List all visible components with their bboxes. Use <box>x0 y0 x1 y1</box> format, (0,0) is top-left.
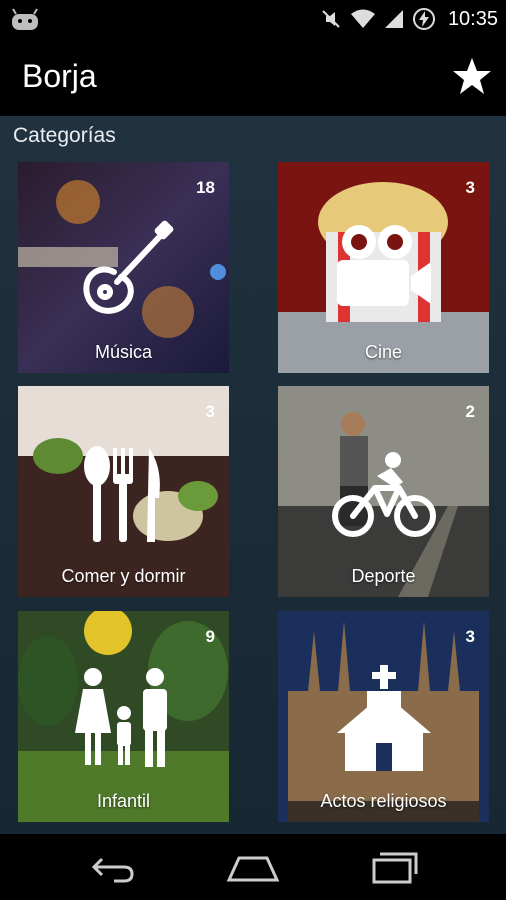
category-tile-cine[interactable]: 3 Cine <box>278 162 489 373</box>
back-icon[interactable] <box>84 848 140 886</box>
android-notification-icon <box>12 8 38 30</box>
status-bar: 10:35 <box>0 0 506 38</box>
category-label: Cine <box>364 342 403 362</box>
bicycle-icon <box>331 452 436 537</box>
recent-apps-icon[interactable] <box>366 848 422 886</box>
wifi-icon <box>350 9 375 28</box>
category-label: Deporte <box>351 566 416 586</box>
status-time: 10:35 <box>447 7 498 30</box>
category-tile-deporte[interactable]: 2 Deporte <box>278 386 489 597</box>
category-tile-musica[interactable]: 18 Música <box>18 162 229 373</box>
battery-charging-icon <box>412 8 435 30</box>
church-icon <box>336 665 431 771</box>
category-tile-infantil[interactable]: 9 Infantil <box>18 611 229 822</box>
category-count: 9 <box>205 627 215 646</box>
page-title: Borja <box>22 58 97 94</box>
cutlery-icon <box>83 446 160 542</box>
category-count: 3 <box>465 627 475 646</box>
category-label: Comer y dormir <box>61 566 186 586</box>
category-tile-actos-religiosos[interactable]: 3 Actos religiosos <box>278 611 489 822</box>
categories-panel: Categorías 18 Música 3 Cine 3 Comer y do… <box>0 116 506 834</box>
home-icon[interactable] <box>225 848 281 886</box>
category-count: 3 <box>465 178 475 197</box>
signal-icon <box>384 10 403 28</box>
category-label: Música <box>94 342 152 362</box>
section-title: Categorías <box>13 124 116 147</box>
navigation-bar <box>0 834 506 900</box>
movie-camera-icon <box>336 225 431 306</box>
star-icon[interactable] <box>452 56 492 96</box>
category-count: 3 <box>205 402 215 421</box>
guitar-icon <box>82 220 173 314</box>
app-bar: Borja <box>0 38 506 116</box>
category-label: Actos religiosos <box>320 791 447 811</box>
category-count: 2 <box>465 402 475 421</box>
mute-icon <box>322 10 340 28</box>
family-icon <box>74 668 167 767</box>
category-count: 18 <box>196 178 215 197</box>
category-tile-comer-y-dormir[interactable]: 3 Comer y dormir <box>18 386 229 597</box>
category-label: Infantil <box>96 791 151 811</box>
